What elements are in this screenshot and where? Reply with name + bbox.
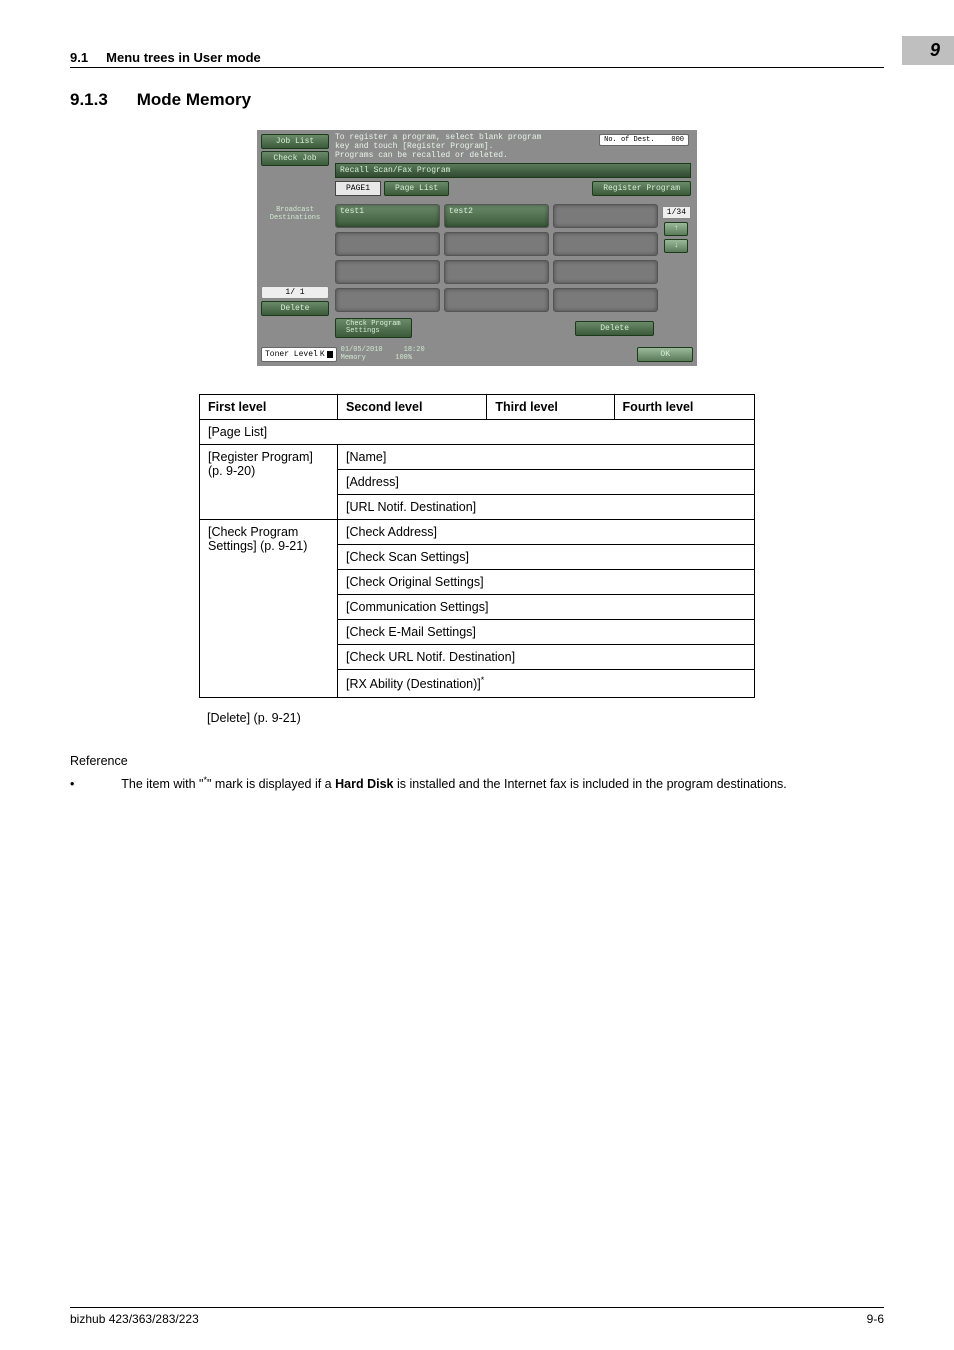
col-fourth-level: Fourth level — [614, 395, 754, 420]
row-check-address: [Check Address] — [338, 520, 755, 545]
row-check-email: [Check E-Mail Settings] — [338, 620, 755, 645]
program-slot-empty[interactable] — [553, 260, 658, 284]
page-ratio: 1/ 1 — [261, 286, 329, 299]
hard-disk-term: Hard Disk — [335, 777, 393, 791]
page-indicator: 1/34 — [662, 206, 691, 219]
ref-text-b: " mark is displayed if a — [207, 777, 335, 791]
row-address: [Address] — [338, 470, 755, 495]
program-slot-empty[interactable] — [335, 260, 440, 284]
toner-label: Toner Level — [265, 350, 318, 359]
header-left: 9.1 Menu trees in User mode — [70, 50, 261, 65]
asterisk-icon: * — [481, 675, 485, 685]
row-check-program: [Check Program Settings] (p. 9-21) — [200, 520, 338, 697]
program-slot-empty[interactable] — [444, 260, 549, 284]
levels-table: First level Second level Third level Fou… — [199, 394, 755, 697]
footer-model: bizhub 423/363/283/223 — [70, 1312, 199, 1326]
msg-line-3: Programs can be recalled or deleted. — [335, 151, 508, 160]
col-third-level: Third level — [487, 395, 614, 420]
row-check-original: [Check Original Settings] — [338, 570, 755, 595]
section-title: 9.1.3 Mode Memory — [70, 90, 884, 110]
program-slot-empty[interactable] — [553, 232, 658, 256]
header-section-number: 9.1 — [70, 50, 88, 65]
program-slot-empty[interactable] — [444, 288, 549, 312]
side-delete-button[interactable]: Delete — [261, 301, 329, 316]
time-value: 18:20 — [404, 346, 425, 354]
toner-bar-icon — [327, 351, 333, 358]
col-second-level: Second level — [338, 395, 487, 420]
register-program-button[interactable]: Register Program — [592, 181, 691, 196]
row-name: [Name] — [338, 445, 755, 470]
msg-line-1: To register a program, select blank prog… — [335, 133, 541, 142]
memory-value: 100% — [395, 354, 412, 362]
page1-button[interactable]: PAGE1 — [335, 181, 381, 196]
program-slot-empty[interactable] — [444, 232, 549, 256]
page-footer: bizhub 423/363/283/223 9-6 — [70, 1307, 884, 1326]
program-slot-empty[interactable] — [553, 288, 658, 312]
program-slot-empty[interactable] — [335, 232, 440, 256]
row-register-program: [Register Program] (p. 9-20) — [200, 445, 338, 520]
ref-text-a: The item with " — [121, 777, 203, 791]
row-rx-ability: [RX Ability (Destination)]* — [338, 670, 755, 697]
program-slot-empty[interactable] — [553, 204, 658, 228]
screenshot-wrap: No. of Dest. 000 Job List Check Job To r… — [70, 130, 884, 366]
dest-count-label: No. of Dest. — [604, 136, 654, 144]
row-check-scan: [Check Scan Settings] — [338, 545, 755, 570]
reference-label: Reference — [70, 754, 884, 768]
dest-count-badge: No. of Dest. 000 — [599, 134, 689, 146]
section-name: Mode Memory — [137, 90, 251, 109]
reference-list: The item with "*" mark is displayed if a… — [70, 774, 884, 794]
header-section-title: Menu trees in User mode — [106, 50, 261, 65]
program-grid: test1 test2 — [335, 204, 658, 312]
row-check-url: [Check URL Notif. Destination] — [338, 645, 755, 670]
col-first-level: First level — [200, 395, 338, 420]
memory-label: Memory — [341, 354, 366, 362]
dest-count-value: 000 — [671, 136, 684, 144]
ref-text-c: is installed and the Internet fax is inc… — [393, 777, 786, 791]
arrow-up-button[interactable]: ↑ — [664, 222, 688, 236]
row-page-list: [Page List] — [200, 420, 755, 445]
page-list-button[interactable]: Page List — [384, 181, 449, 196]
chapter-badge: 9 — [902, 36, 954, 65]
toner-k: K — [320, 350, 325, 359]
arrow-down-button[interactable]: ↓ — [664, 239, 688, 253]
broadcast-label: Broadcast Destinations — [261, 204, 329, 224]
toner-level: Toner Level K — [261, 347, 337, 362]
page-header: 9.1 Menu trees in User mode 9 — [70, 36, 884, 68]
msg-line-2: key and touch [Register Program]. — [335, 142, 493, 151]
program-slot-1[interactable]: test1 — [335, 204, 440, 228]
date-value: 01/05/2010 — [341, 346, 383, 354]
footer-page-number: 9-6 — [867, 1312, 884, 1326]
device-screen: No. of Dest. 000 Job List Check Job To r… — [257, 130, 697, 366]
ok-button[interactable]: OK — [637, 347, 693, 362]
row-url-notif: [URL Notif. Destination] — [338, 495, 755, 520]
job-list-button[interactable]: Job List — [261, 134, 329, 149]
check-program-settings-button[interactable]: Check Program Settings — [335, 318, 412, 338]
recall-tab[interactable]: Recall Scan/Fax Program — [335, 163, 691, 178]
program-slot-2[interactable]: test2 — [444, 204, 549, 228]
delete-button[interactable]: Delete — [575, 321, 654, 336]
check-job-button[interactable]: Check Job — [261, 151, 329, 166]
section-number: 9.1.3 — [70, 90, 132, 110]
row-delete: [Delete] (p. 9-21) — [199, 706, 755, 730]
program-slot-empty[interactable] — [335, 288, 440, 312]
row-communication: [Communication Settings] — [338, 595, 755, 620]
rx-ability-text: [RX Ability (Destination)] — [346, 678, 481, 692]
reference-bullet: The item with "*" mark is displayed if a… — [70, 774, 884, 794]
